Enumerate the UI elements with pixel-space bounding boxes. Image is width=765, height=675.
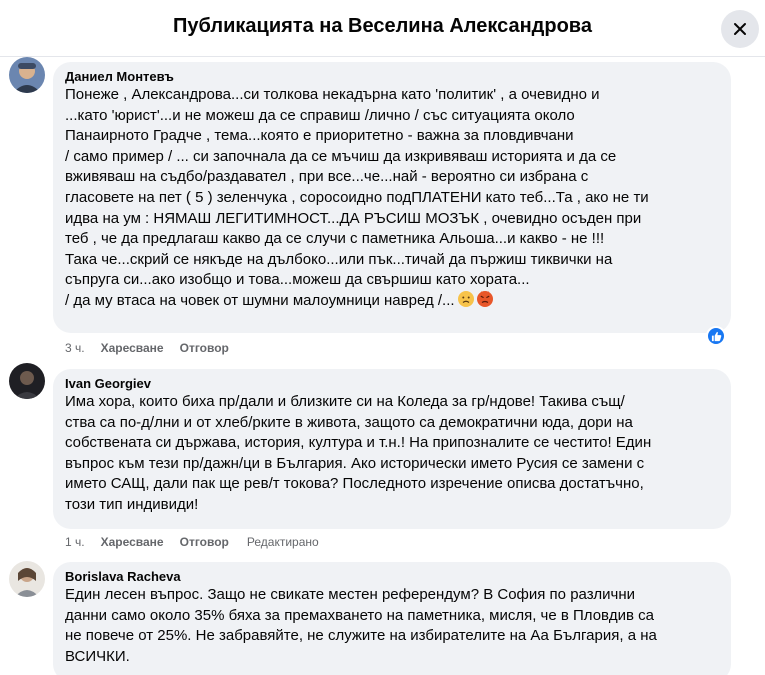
- comment-author[interactable]: Ivan Georgiev: [65, 375, 719, 392]
- comment-text: Един лесен въпрос. Защо не свикате месте…: [65, 586, 657, 665]
- comment-bubble: Borislava Racheva Един лесен въпрос. Защ…: [53, 562, 731, 675]
- comment-text: Понеже , Александрова...си толкова некад…: [65, 86, 649, 309]
- comment-bubble: Даниел Монтевъ Понеже , Александрова...с…: [53, 62, 731, 333]
- comment-author[interactable]: Borislava Racheva: [65, 568, 719, 585]
- like-button[interactable]: Харесване: [101, 341, 164, 355]
- dialog-title: Публикацията на Веселина Александрова: [173, 15, 592, 37]
- angry-face-emoji: [476, 290, 493, 307]
- close-icon: [734, 23, 746, 35]
- comment-actions: 3 ч. Харесване Отговор: [65, 341, 229, 355]
- close-button[interactable]: [721, 10, 759, 48]
- comment-text: Има хора, които биха пр/дали и близките …: [65, 393, 652, 513]
- sad-face-emoji: [457, 290, 474, 307]
- avatar[interactable]: [9, 363, 45, 399]
- edited-label: Редактирано: [246, 535, 319, 549]
- reply-button[interactable]: Отговор: [180, 341, 229, 355]
- avatar[interactable]: [9, 57, 45, 93]
- dialog-header: Публикацията на Веселина Александрова: [0, 0, 765, 57]
- comment-bubble: Ivan Georgiev Има хора, които биха пр/да…: [53, 369, 731, 529]
- like-icon: [711, 331, 721, 341]
- comment-timestamp[interactable]: 3 ч.: [65, 341, 85, 355]
- avatar[interactable]: [9, 561, 45, 597]
- comment-timestamp[interactable]: 1 ч.: [65, 535, 85, 549]
- reply-button[interactable]: Отговор: [180, 535, 229, 549]
- comment-author[interactable]: Даниел Монтевъ: [65, 68, 719, 85]
- like-button[interactable]: Харесване: [101, 535, 164, 549]
- comment-actions: 1 ч. Харесване Отговор Редактирано: [65, 535, 319, 549]
- like-reaction-badge[interactable]: [706, 326, 726, 346]
